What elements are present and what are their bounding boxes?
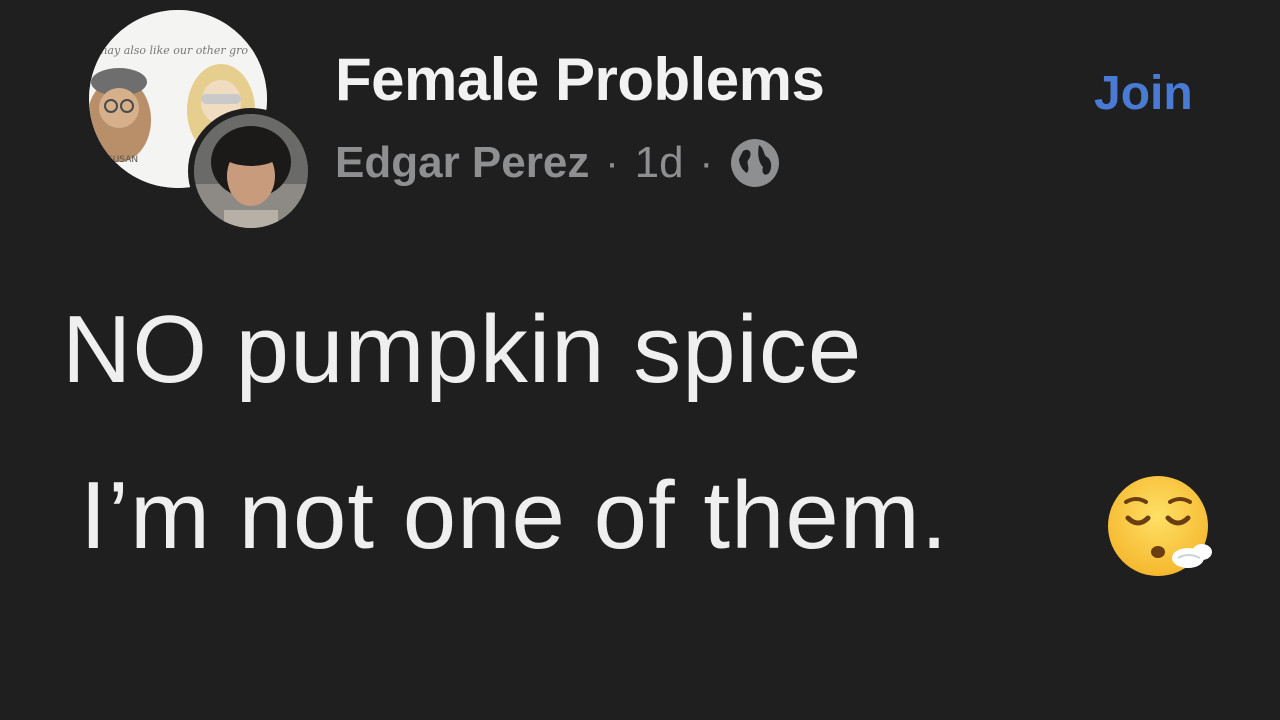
- face-exhaling-icon: [1106, 472, 1216, 582]
- globe-icon: [729, 137, 781, 189]
- group-avatar-caption-top: may also like our other gro: [97, 44, 248, 57]
- post-time[interactable]: 1d: [635, 141, 684, 185]
- post-text-line-1: NO pumpkin spice: [62, 296, 863, 403]
- group-avatar-caption-bottom: LU SUSAN: [93, 155, 138, 165]
- post-text-line-2: I’m not one of them.: [80, 462, 949, 569]
- group-name[interactable]: Female Problems: [335, 50, 825, 110]
- meta-separator: ·: [605, 141, 619, 185]
- user-photo-image: [194, 114, 308, 228]
- post-meta: Edgar Perez · 1d ·: [335, 138, 781, 188]
- post-card: may also like our other gro LU SUSAN Fem…: [0, 0, 1280, 720]
- user-avatar[interactable]: [188, 108, 314, 234]
- user-avatar-photo: [194, 114, 308, 228]
- author-name[interactable]: Edgar Perez: [335, 141, 589, 185]
- meta-separator: ·: [699, 141, 713, 185]
- join-button[interactable]: Join: [1094, 70, 1193, 118]
